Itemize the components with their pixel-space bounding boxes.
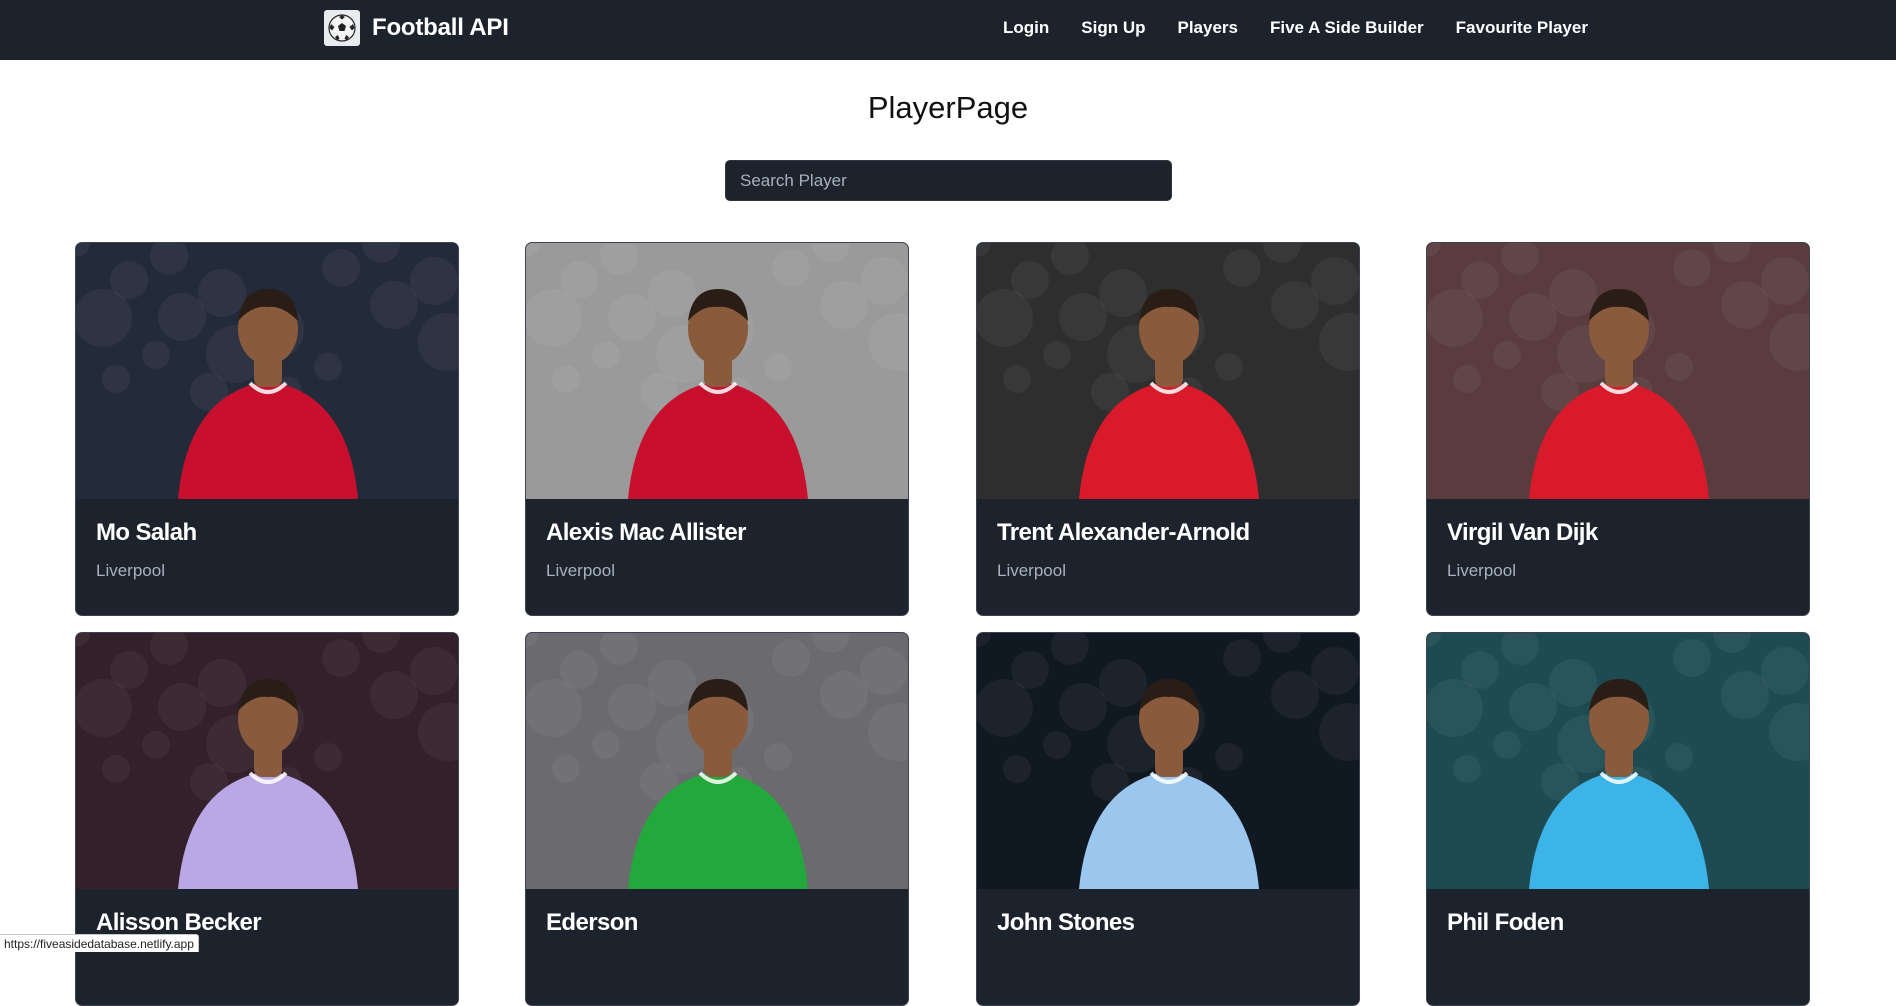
player-name: Phil Foden [1447,909,1564,936]
player-card[interactable]: Trent Alexander-Arnold Liverpool [976,242,1360,616]
player-name: Mo Salah [96,519,197,546]
player-card[interactable]: Alexis Mac Allister Liverpool [525,242,909,616]
status-bar-url: https://fiveasidedatabase.netlify.app [0,934,199,952]
card-body: Alexis Mac Allister Liverpool [526,499,908,615]
player-card[interactable]: Phil Foden [1426,632,1810,1006]
player-club: Liverpool [96,561,165,580]
card-body: Virgil Van Dijk Liverpool [1427,499,1809,615]
player-card[interactable]: Mo Salah Liverpool [75,242,459,616]
football-icon [324,10,360,46]
player-card[interactable]: John Stones [976,632,1360,1006]
player-name: John Stones [997,909,1135,936]
nav-sign-up[interactable]: Sign Up [1081,18,1145,38]
nav-five-a-side-builder[interactable]: Five A Side Builder [1270,18,1424,38]
nav-links: Login Sign Up Players Five A Side Builde… [1003,0,1588,56]
brand-link[interactable]: Football API [324,10,509,46]
player-club: Liverpool [546,561,615,580]
player-card[interactable]: Ederson [525,632,909,1006]
nav-favourite-player[interactable]: Favourite Player [1456,18,1588,38]
player-photo [977,243,1359,499]
player-photo [526,633,908,889]
nav-players[interactable]: Players [1177,18,1238,38]
player-photo [1427,243,1809,499]
player-name: Ederson [546,909,638,936]
player-name: Alexis Mac Allister [546,519,746,546]
nav-login[interactable]: Login [1003,18,1049,38]
player-photo [977,633,1359,889]
card-body: Trent Alexander-Arnold Liverpool [977,499,1359,615]
page-title: PlayerPage [867,90,1029,125]
player-name: Trent Alexander-Arnold [997,519,1250,546]
player-photo [76,243,458,499]
card-body: John Stones [977,889,1359,1005]
player-club: Liverpool [1447,561,1516,580]
player-photo [1427,633,1809,889]
player-photo [526,243,908,499]
player-club: Liverpool [997,561,1066,580]
player-name: Virgil Van Dijk [1447,519,1598,546]
navbar: Football API Login Sign Up Players Five … [0,0,1896,60]
player-photo [76,633,458,889]
player-card[interactable]: Virgil Van Dijk Liverpool [1426,242,1810,616]
card-body: Phil Foden [1427,889,1809,1005]
brand-name: Football API [372,14,509,41]
player-name: Alisson Becker [96,909,262,936]
card-body: Mo Salah Liverpool [76,499,458,615]
card-body: Ederson [526,889,908,1005]
search-input[interactable] [725,160,1172,201]
